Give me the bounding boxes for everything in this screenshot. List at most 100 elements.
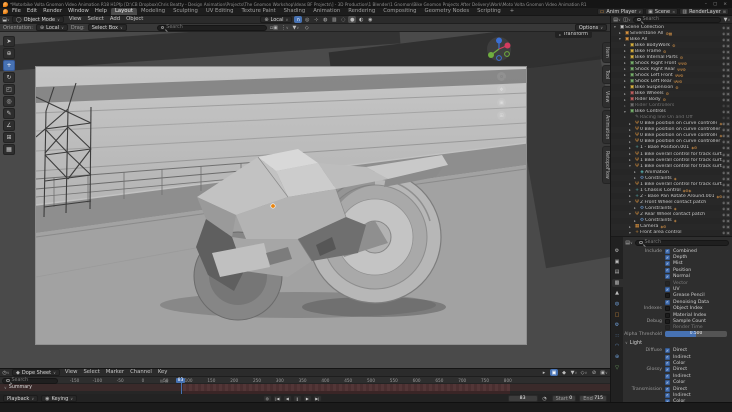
visibility-toggles[interactable]: ◉▣ [722, 206, 731, 211]
options-dropdown[interactable]: Options ∨ [574, 24, 607, 31]
checkbox-denoising-data[interactable]: ✓ [665, 299, 670, 305]
sidebar-tab-animation[interactable]: Animation [602, 109, 610, 145]
checkbox-material-index[interactable] [665, 312, 670, 318]
zoom-icon[interactable] [497, 72, 506, 81]
visibility-toggles[interactable]: ◉▣ [722, 97, 731, 102]
dopesheet-menu-view[interactable]: View [62, 369, 81, 376]
visibility-toggles[interactable]: ◉▣ [722, 115, 731, 120]
previous-keyframe-button[interactable]: ◀ [282, 395, 292, 402]
add-cube-tool[interactable]: ⊞ [3, 132, 15, 143]
tool-tab-icon[interactable]: ⚙ [612, 247, 623, 255]
physics-tab-icon[interactable]: ◠ [612, 342, 623, 350]
dopesheet-menu-channel[interactable]: Channel [127, 369, 155, 376]
keyframe-band[interactable] [183, 384, 510, 391]
checkbox-mist[interactable]: ✓ [665, 261, 670, 267]
checkbox-vector[interactable] [665, 280, 670, 286]
shading-material-icon[interactable]: ◐ [357, 16, 365, 23]
menu-window[interactable]: Window [65, 8, 92, 15]
render-tab-icon[interactable]: ▣ [612, 258, 623, 266]
snap-magnet-icon[interactable]: ∩ [294, 16, 303, 23]
workspace-tab-uv-editing[interactable]: UV Editing [202, 8, 238, 15]
checkbox-indirect[interactable]: ✓ [665, 354, 670, 360]
filter-tool-icon[interactable]: ▼ ∨ [292, 24, 300, 31]
visibility-toggles[interactable]: ◉▣ [722, 224, 731, 229]
visibility-toggles[interactable]: ◉▣ [722, 73, 731, 78]
visibility-toggles[interactable]: ◉▣ [722, 109, 731, 114]
start-frame-field[interactable]: Start 0 [551, 395, 577, 402]
shield-icon[interactable]: ◇ [303, 24, 311, 31]
outliner-filter-icon[interactable]: ▼ ∨ [723, 16, 731, 23]
visibility-toggles[interactable]: ◉▣ [722, 85, 731, 90]
visibility-toggles[interactable]: ◉▣ [722, 139, 731, 144]
visibility-toggles[interactable]: ◉▣ [722, 170, 731, 175]
drag-dropdown[interactable]: Select Box ∨ [87, 24, 127, 31]
proportional-keys-icon[interactable]: ⊘ [590, 369, 598, 376]
ghost-icon[interactable]: ◆ [560, 369, 568, 376]
workspace-tab-scripting[interactable]: Scripting [473, 8, 505, 15]
next-keyframe-button[interactable]: ▶ [302, 395, 312, 402]
checkbox-position[interactable]: ✓ [665, 267, 670, 273]
checkbox-color[interactable]: ✓ [665, 380, 670, 386]
move-tool[interactable]: + [3, 60, 15, 71]
visibility-toggles[interactable]: ◉▣ [722, 200, 731, 205]
minimize-button[interactable]: – [703, 2, 709, 7]
show-overlays-icon[interactable]: ◍ [321, 16, 329, 23]
visibility-toggles[interactable]: ◉▣ [722, 182, 731, 187]
end-frame-field[interactable]: End 715 [579, 395, 607, 402]
outliner-editor-icon[interactable]: ▤ ∨ [613, 16, 621, 23]
visibility-toggles[interactable]: ◉▣ [722, 145, 731, 150]
visibility-toggles[interactable]: ◉▣ [722, 103, 731, 108]
visibility-toggles[interactable]: ◉▣ [722, 176, 731, 181]
cursor-tool[interactable]: ⊕ [3, 48, 15, 59]
perspective-icon[interactable]: ⊞ [497, 111, 506, 120]
particles-tab-icon[interactable]: ∷ [612, 332, 623, 340]
sync-icon[interactable]: ◎ [262, 395, 272, 402]
proportional-editing-icon[interactable]: ◎ [303, 16, 311, 23]
view-layer-tab-icon[interactable]: ▥ [611, 278, 623, 287]
visibility-toggles[interactable]: ◉▣ [722, 212, 731, 217]
rotate-tool[interactable]: ↻ [3, 72, 15, 83]
measure-tool[interactable]: ∠ [3, 120, 15, 131]
copy-keys-icon[interactable]: ▣ ∨ [600, 369, 608, 376]
dopesheet-filter-icon[interactable]: ▼ ∨ [570, 369, 578, 376]
visibility-toggles[interactable]: ◉▣ [722, 164, 731, 169]
workspace-tab-rendering[interactable]: Rendering [344, 8, 379, 15]
visibility-toggles[interactable]: ◉▣ [722, 37, 731, 42]
light-section-header[interactable]: ∨ Light [625, 339, 731, 346]
menu-file[interactable]: File [9, 8, 24, 15]
add-workspace-button[interactable]: + [506, 8, 518, 15]
xray-icon[interactable]: ▥ [330, 16, 338, 23]
scene-selector[interactable]: ▣ Scene × [645, 8, 679, 15]
viewport-menu-view[interactable]: View [66, 16, 85, 23]
checkbox-uv[interactable]: ✓ [665, 287, 670, 293]
workspace-tab-modeling[interactable]: Modeling [137, 8, 169, 15]
visibility-toggles[interactable]: ◉▣ [722, 55, 731, 60]
visibility-toggles[interactable]: ◉▣ [722, 121, 731, 126]
visibility-toggles[interactable]: ◉▣ [722, 25, 731, 30]
show-gizmo-icon[interactable]: ⊹ [312, 16, 320, 23]
visibility-toggles[interactable]: ◉▣ [722, 194, 731, 199]
sidebar-tab-item[interactable]: Item [602, 42, 610, 63]
visibility-toggles[interactable]: ◉▣ [722, 158, 731, 163]
dopesheet-menu-select[interactable]: Select [80, 369, 102, 376]
dopesheet-menu-key[interactable]: Key [155, 369, 171, 376]
viewport-menu-select[interactable]: Select [84, 16, 106, 23]
alpha-threshold-slider[interactable]: 0.500 [665, 331, 727, 338]
transform-tool[interactable]: ◎ [3, 96, 15, 107]
timeline-ruler[interactable]: Search ▤▤ -150 -100 -50 0 50 100 150 200 250 300 350… [0, 377, 610, 384]
show-hidden-icon[interactable]: ▣ [550, 369, 558, 376]
unlink-icon[interactable]: × [672, 9, 675, 14]
visibility-toggles[interactable]: ◉▣ [722, 188, 731, 193]
blender-menu-icon[interactable] [3, 9, 8, 14]
pause-button[interactable]: ‖ [292, 395, 302, 402]
fill-mode-icon[interactable]: ⋮ ∨ [281, 24, 289, 31]
playback-dropdown[interactable]: Playback ∨ [3, 395, 39, 402]
snap-keys-icon[interactable]: ◇ ∨ [580, 369, 588, 376]
only-selected-icon[interactable]: ▸ [540, 369, 548, 376]
dopesheet-editor-icon[interactable]: ◷ ∨ [2, 369, 10, 376]
dopesheet-search-input[interactable]: Search [2, 377, 58, 384]
workspace-tab-animation[interactable]: Animation [309, 8, 344, 15]
checkbox-combined[interactable]: ✓ [665, 248, 670, 254]
menu-edit[interactable]: Edit [24, 8, 40, 15]
visibility-toggles[interactable]: ◉▣ [722, 127, 731, 132]
